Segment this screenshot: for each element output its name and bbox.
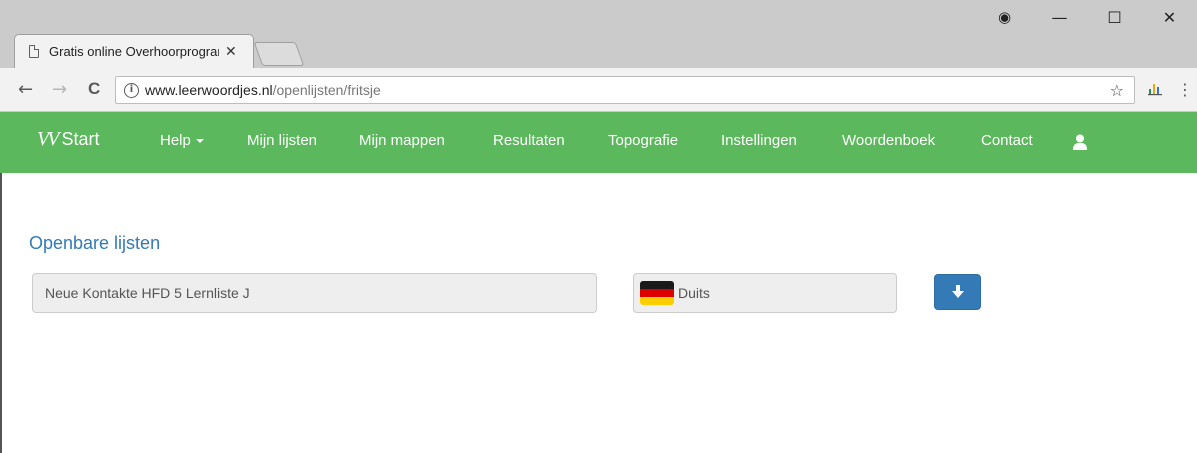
nav-mijn-lijsten[interactable]: Mijn lijsten xyxy=(247,132,317,149)
browser-menu-icon[interactable]: ⋮ xyxy=(1177,80,1193,99)
forward-arrow-icon[interactable]: → xyxy=(52,79,67,100)
address-bar[interactable]: i www.leerwoordjes.nl/openlijsten/fritsj… xyxy=(115,76,1135,104)
profile-icon[interactable]: ◉ xyxy=(977,8,1032,26)
german-flag-icon xyxy=(640,281,674,305)
nav-help-label: Help xyxy=(160,132,191,149)
minimize-button[interactable]: — xyxy=(1032,8,1087,27)
download-button[interactable] xyxy=(934,274,981,310)
window-controls: ◉ — ☐ ✕ xyxy=(977,0,1197,34)
info-icon[interactable]: i xyxy=(124,82,139,98)
page-icon xyxy=(29,45,39,58)
tab-title: Gratis online Overhoorprogramma xyxy=(49,44,219,59)
url-domain: www.leerwoordjes.nl xyxy=(145,82,273,98)
browser-tab[interactable]: Gratis online Overhoorprogramma ✕ xyxy=(14,34,254,68)
nav-woordenboek[interactable]: Woordenboek xyxy=(842,132,935,149)
nav-topografie[interactable]: Topografie xyxy=(608,132,678,149)
site-logo-icon: VV xyxy=(37,128,59,150)
maximize-button[interactable]: ☐ xyxy=(1087,8,1142,27)
list-name-field: Neue Kontakte HFD 5 Lernliste J xyxy=(32,273,597,313)
nav-contact[interactable]: Contact xyxy=(981,132,1033,149)
nav-brand-start[interactable]: VV Start xyxy=(37,128,99,151)
list-name-value: Neue Kontakte HFD 5 Lernliste J xyxy=(45,285,250,301)
nav-help-dropdown[interactable]: Help xyxy=(160,132,204,149)
flag-stripe xyxy=(640,289,674,297)
bookmark-star-icon[interactable]: ☆ xyxy=(1110,81,1124,100)
download-arrow-icon xyxy=(951,285,964,298)
flag-stripe xyxy=(640,297,674,305)
reload-icon[interactable]: C xyxy=(88,79,100,99)
tab-close-icon[interactable]: ✕ xyxy=(225,44,237,60)
url-text: www.leerwoordjes.nl/openlijsten/fritsje xyxy=(145,82,381,98)
page-edge xyxy=(0,173,2,453)
browser-toolbar: ← → C i www.leerwoordjes.nl/openlijsten/… xyxy=(0,68,1197,112)
caret-down-icon xyxy=(195,139,204,144)
user-icon[interactable] xyxy=(1073,134,1087,150)
close-window-button[interactable]: ✕ xyxy=(1142,8,1197,27)
nav-brand-label: Start xyxy=(61,129,100,149)
language-value: Duits xyxy=(678,285,710,301)
back-arrow-icon[interactable]: ← xyxy=(18,79,33,100)
page-heading: Openbare lijsten xyxy=(29,233,161,253)
window-titlebar: Gratis online Overhoorprogramma ✕ ◉ — ☐ … xyxy=(0,0,1197,68)
flag-stripe xyxy=(640,281,674,289)
nav-mijn-mappen[interactable]: Mijn mappen xyxy=(359,132,445,149)
extension-chart-icon[interactable] xyxy=(1147,80,1163,96)
nav-resultaten[interactable]: Resultaten xyxy=(493,132,565,149)
new-tab-button[interactable] xyxy=(253,42,305,66)
site-navbar: VV Start Help Mijn lijsten Mijn mappen R… xyxy=(0,112,1197,173)
language-field: Duits xyxy=(633,273,897,313)
url-path: /openlijsten/fritsje xyxy=(272,82,381,98)
nav-instellingen[interactable]: Instellingen xyxy=(721,132,797,149)
